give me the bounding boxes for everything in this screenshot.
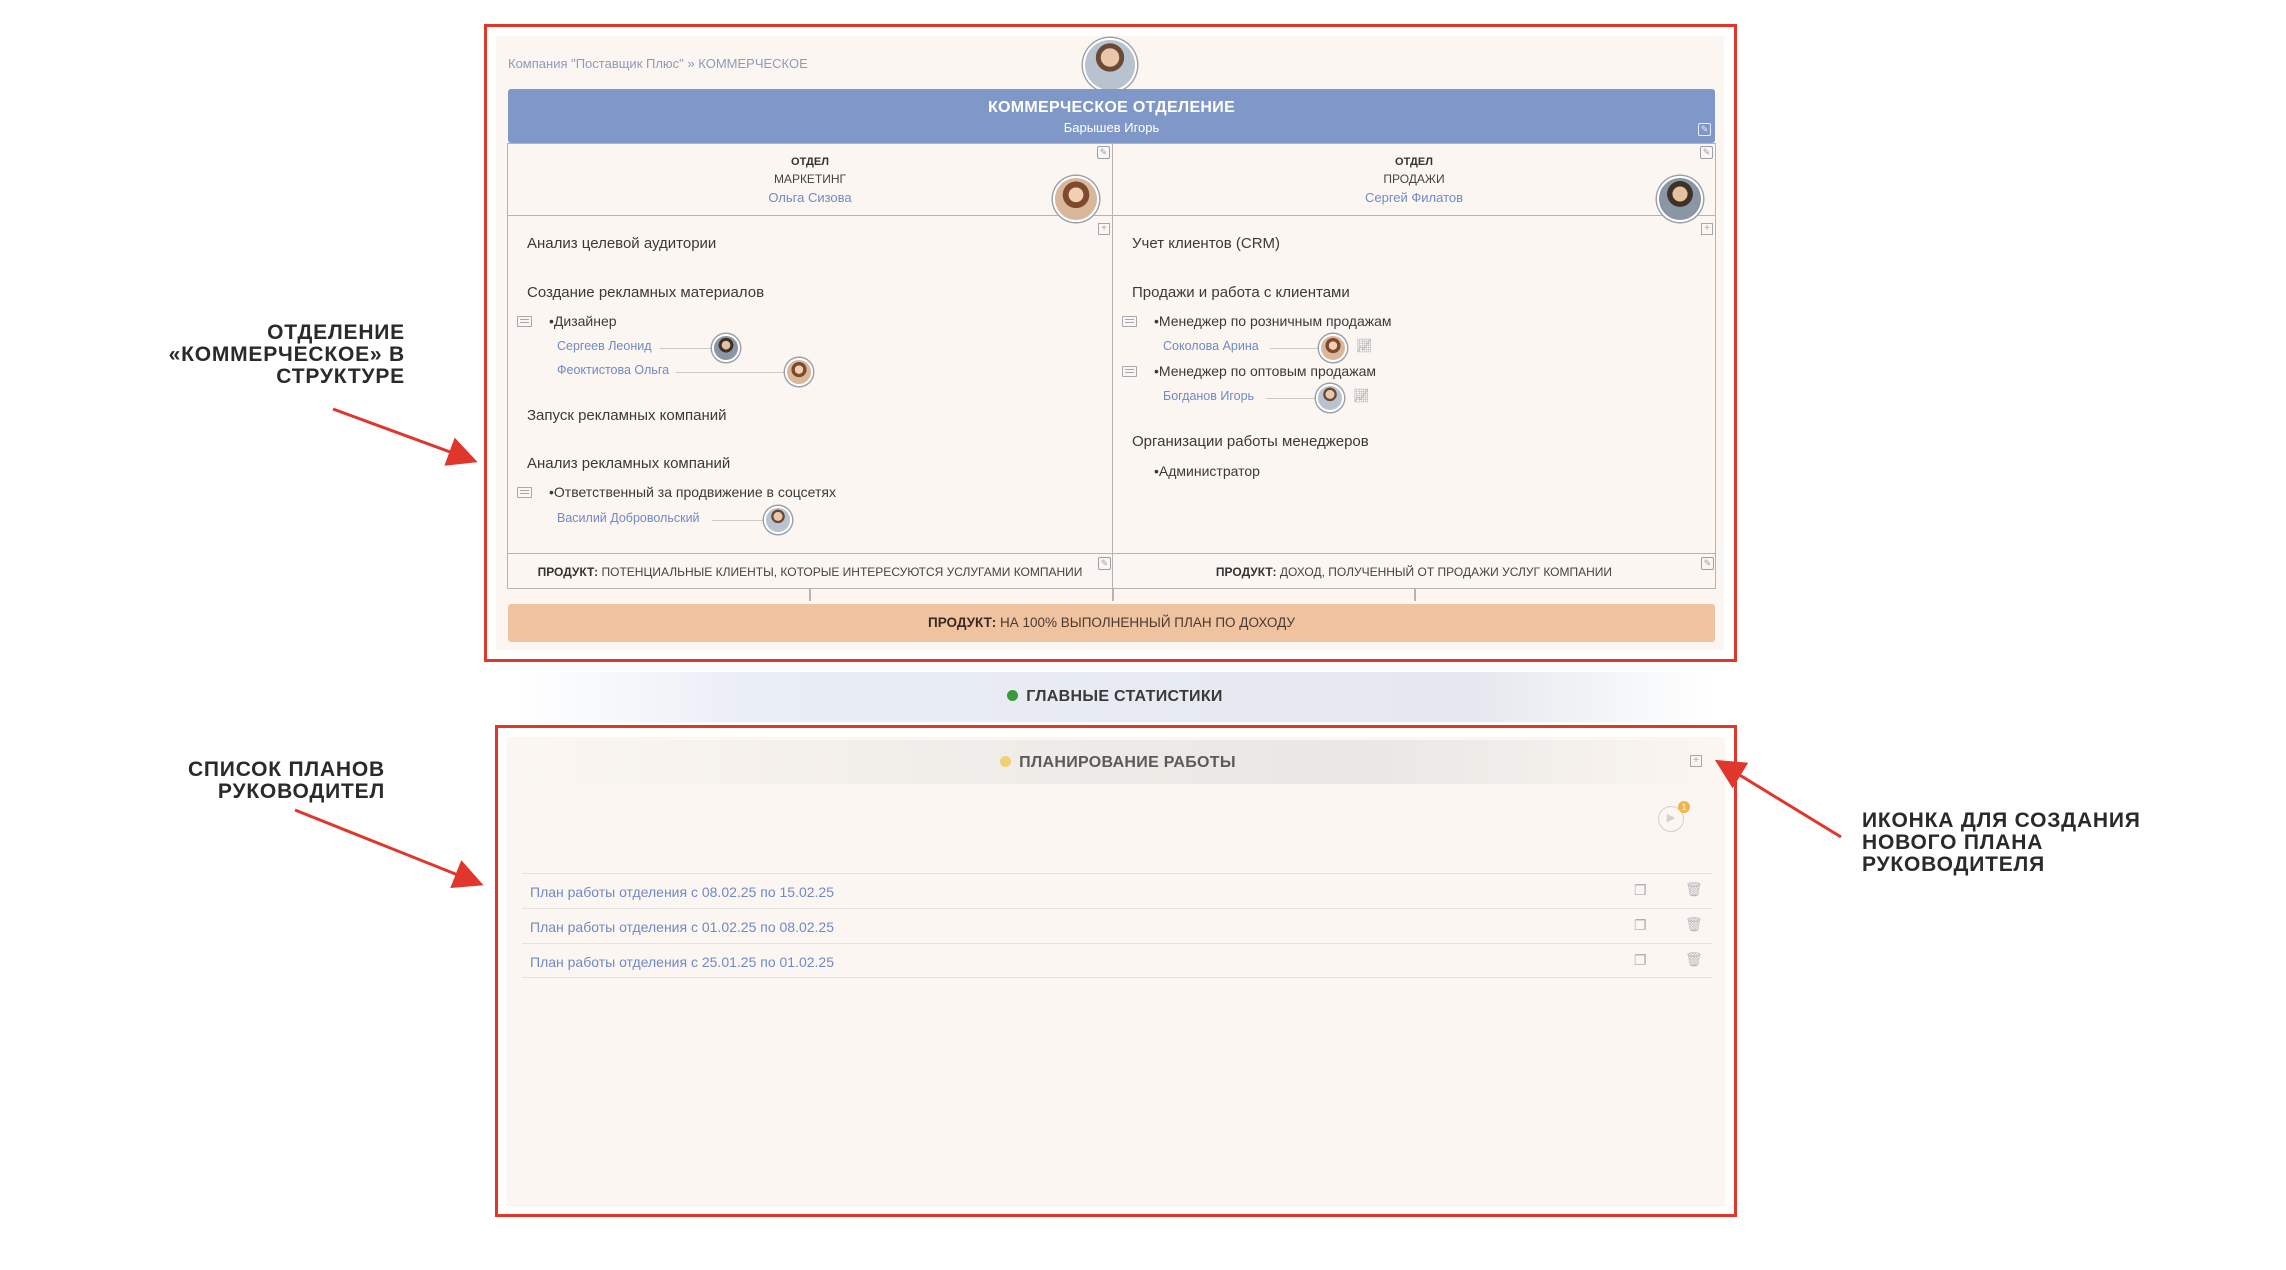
arrow-to-structure [332,407,478,466]
arrow-to-plans [294,808,484,889]
annotation-arrows [294,407,1842,889]
arrow-to-add-icon [1714,759,1842,839]
